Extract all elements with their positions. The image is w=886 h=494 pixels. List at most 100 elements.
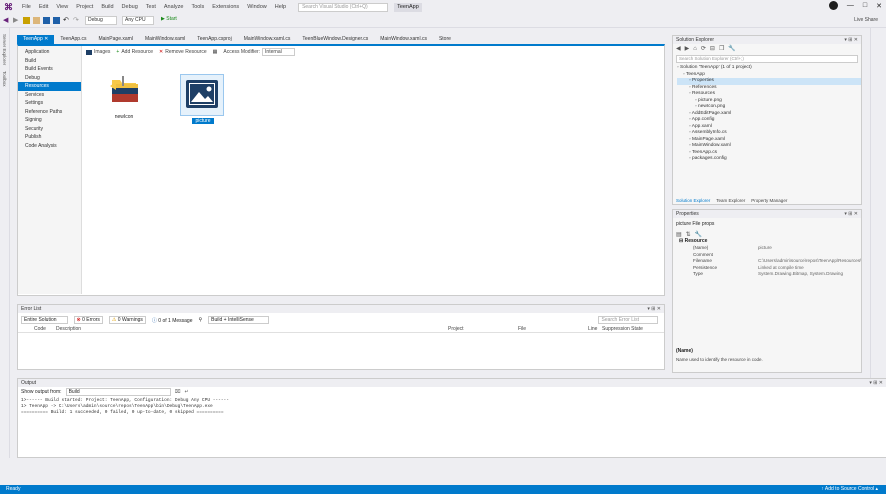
document-tab[interactable]: MainWindow.xaml.cs: [238, 35, 297, 44]
menu-build[interactable]: Build: [97, 4, 117, 10]
show-all-files-icon[interactable]: ❐: [719, 45, 724, 52]
menu-test[interactable]: Test: [142, 4, 160, 10]
resource-item-picture[interactable]: picture: [180, 74, 226, 124]
output-source-select[interactable]: Build: [65, 387, 171, 396]
platform-select[interactable]: Any CPU: [122, 16, 154, 25]
property-tab-debug[interactable]: Debug: [18, 74, 81, 83]
access-modifier-select[interactable]: Internal: [262, 48, 295, 56]
add-resource-button[interactable]: + Add Resource: [116, 49, 153, 55]
images-dropdown[interactable]: Images: [86, 49, 110, 55]
sync-icon[interactable]: ⟳: [701, 45, 706, 52]
account-avatar[interactable]: [828, 1, 838, 10]
column-file[interactable]: File: [518, 326, 588, 332]
toolbox-tab[interactable]: Toolbox: [2, 71, 7, 87]
maximize-icon[interactable]: □: [863, 2, 867, 9]
menu-debug[interactable]: Debug: [118, 4, 142, 10]
property-tab-code-analysis[interactable]: Code Analysis: [18, 142, 81, 151]
open-file-icon[interactable]: [33, 17, 40, 24]
menu-project[interactable]: Project: [72, 4, 97, 10]
menu-file[interactable]: File: [18, 4, 35, 10]
property-tab-settings[interactable]: Settings: [18, 99, 81, 108]
property-tab-security[interactable]: Security: [18, 125, 81, 134]
property-pages-icon[interactable]: 🔧: [695, 231, 702, 238]
word-wrap-icon[interactable]: ↵: [184, 389, 188, 395]
solution-explorer-bottom-tab[interactable]: Team Explorer: [716, 198, 745, 203]
tree-node-label: App.xaml: [691, 123, 712, 129]
view-toggle-button[interactable]: ▦: [213, 49, 218, 55]
property-tab-publish[interactable]: Publish: [18, 133, 81, 142]
solution-search-input[interactable]: Search Solution Explorer (Ctrl+;): [676, 55, 858, 63]
save-icon[interactable]: [43, 17, 50, 24]
live-share-button[interactable]: Live Share: [854, 17, 878, 23]
menu-view[interactable]: View: [52, 4, 72, 10]
save-all-icon[interactable]: [53, 17, 60, 24]
categorized-icon[interactable]: ▤: [676, 231, 682, 238]
resource-item-newicon[interactable]: newIcon: [106, 74, 142, 120]
solution-explorer-bottom-tab[interactable]: Solution Explorer: [676, 198, 710, 203]
search-input[interactable]: Search Visual Studio (Ctrl+Q): [298, 2, 389, 12]
configuration-select[interactable]: Debug: [85, 16, 117, 25]
minimize-icon[interactable]: —: [847, 2, 854, 9]
property-tab-services[interactable]: Services: [18, 91, 81, 100]
property-tab-build-events[interactable]: Build Events: [18, 65, 81, 74]
document-tab[interactable]: TeenApp ✕: [17, 35, 55, 44]
close-icon[interactable]: ✕: [876, 2, 882, 10]
menu-edit[interactable]: Edit: [35, 4, 52, 10]
menu-analyze[interactable]: Analyze: [160, 4, 188, 10]
property-tab-reference-paths[interactable]: Reference Paths: [18, 108, 81, 117]
remove-resource-button[interactable]: ✕ Remove Resource: [159, 49, 207, 55]
collapse-all-icon[interactable]: ⊟: [710, 45, 715, 52]
output-window-controls[interactable]: ▾ ⊞ ✕: [869, 379, 883, 387]
errors-filter-button[interactable]: ⊗ 0 Errors: [73, 316, 103, 324]
undo-icon[interactable]: ↶: [63, 17, 70, 24]
back-icon[interactable]: ◀: [3, 17, 10, 24]
property-value[interactable]: System.Drawing.Bitmap, System.Drawing: [758, 271, 861, 278]
start-button[interactable]: ▶ Start: [159, 16, 189, 25]
tree-node[interactable]: ▫ packages.config: [677, 156, 861, 163]
document-tab[interactable]: MainWindow.xaml: [139, 35, 191, 44]
column-suppression-state[interactable]: Suppression State: [598, 326, 648, 332]
tree-node-label: Solution 'TeenApp' (1 of 1 project): [680, 65, 752, 70]
forward-icon[interactable]: ▶: [13, 17, 20, 24]
menu-window[interactable]: Window: [243, 4, 271, 10]
pin-icon[interactable]: ▾ ⊞ ✕: [647, 305, 661, 313]
properties-object-select[interactable]: picture File props: [676, 220, 858, 228]
menu-tools[interactable]: Tools: [187, 4, 208, 10]
property-tab-build[interactable]: Build: [18, 57, 81, 66]
clear-output-icon[interactable]: ⌧: [175, 389, 181, 395]
redo-icon[interactable]: ↷: [73, 17, 80, 24]
solution-explorer-controls[interactable]: ▾ ⊞ ✕: [844, 36, 858, 44]
server-explorer-tab[interactable]: Server Explorer: [2, 34, 7, 65]
home-icon[interactable]: ⌂: [693, 46, 697, 52]
property-tab-resources[interactable]: Resources: [18, 82, 81, 91]
messages-filter-button[interactable]: ⓘ 0 of 1 Message: [152, 317, 193, 324]
forward-icon[interactable]: ▶: [685, 45, 690, 52]
solution-explorer-bottom-tab[interactable]: Property Manager: [751, 198, 787, 203]
warnings-filter-button[interactable]: ⚠ 0 Warnings: [108, 316, 146, 324]
error-list-search[interactable]: Search Error List: [598, 316, 658, 324]
property-row[interactable]: Type System.Drawing.Bitmap, System.Drawin…: [673, 271, 861, 278]
menu-extensions[interactable]: Extensions: [208, 4, 243, 10]
property-tab-application[interactable]: Application: [18, 48, 81, 57]
column-line[interactable]: Line: [588, 326, 598, 332]
build-filter-select[interactable]: Build + IntelliSense: [208, 316, 269, 324]
document-tab[interactable]: MainPage.xaml: [92, 35, 138, 44]
menu-help[interactable]: Help: [271, 4, 290, 10]
document-tab[interactable]: Store: [433, 35, 457, 44]
back-icon[interactable]: ◀: [676, 45, 681, 52]
new-project-icon[interactable]: [23, 17, 30, 24]
document-tab[interactable]: TeenBlueWindow.Designer.cs: [296, 35, 374, 44]
document-tab[interactable]: MainWindow.xaml.cs: [374, 35, 433, 44]
column-description[interactable]: Description: [48, 326, 448, 332]
property-tab-signing[interactable]: Signing: [18, 116, 81, 125]
column-project[interactable]: Project: [448, 326, 518, 332]
document-tab[interactable]: TeenApp.csproj: [191, 35, 237, 44]
properties-icon[interactable]: 🔧: [728, 45, 735, 52]
column-code[interactable]: Code: [18, 326, 48, 332]
properties-controls[interactable]: ▾ ⊞ ✕: [844, 210, 858, 218]
alphabetical-icon[interactable]: ⇅: [686, 231, 691, 238]
scope-select[interactable]: Entire Solution: [21, 316, 68, 324]
source-control-button[interactable]: ↑ Add to Source Control ▴: [821, 485, 878, 494]
filter-icon[interactable]: ⚲: [198, 317, 202, 323]
document-tab[interactable]: TeenApp.cs: [54, 35, 92, 44]
